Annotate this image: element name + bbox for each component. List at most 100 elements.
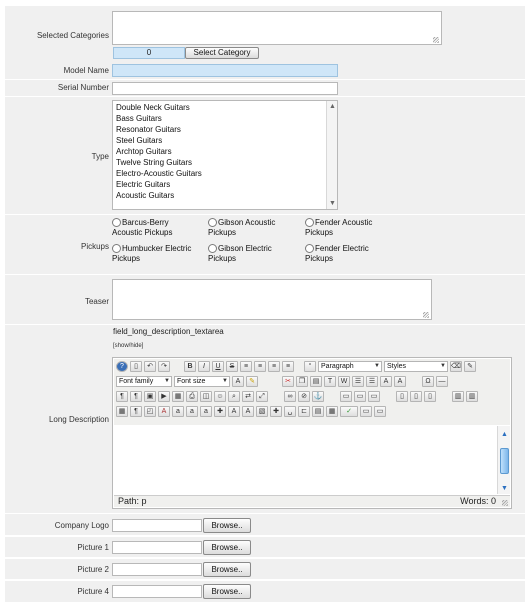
type-option[interactable]: Bass Guitars xyxy=(116,114,162,124)
paste-icon[interactable]: ▤ xyxy=(310,376,322,387)
type-option[interactable]: Archtop Guitars xyxy=(116,147,172,157)
nonbreaking-icon[interactable]: ␣ xyxy=(284,406,296,417)
style-props-icon[interactable]: A xyxy=(158,406,170,417)
insert-date-icon[interactable]: ▤ xyxy=(312,406,324,417)
picture-1-browse-button[interactable]: Browse.. xyxy=(203,540,251,555)
styles-select[interactable]: Styles ▼ xyxy=(384,361,448,372)
teaser-textarea[interactable] xyxy=(112,279,432,320)
radio-circle-icon[interactable] xyxy=(112,218,121,227)
underline-icon[interactable]: U xyxy=(212,361,224,372)
resize-grip-icon[interactable] xyxy=(502,500,508,506)
special-char-icon[interactable]: Ω xyxy=(422,376,434,387)
pickup-radio-barcus-berry[interactable]: Barcus-Berry Acoustic Pickups xyxy=(112,218,207,238)
cut-icon[interactable]: ✂ xyxy=(282,376,294,387)
superscript-icon[interactable]: A xyxy=(394,376,406,387)
pickup-radio-fender-electric[interactable]: Fender Electric Pickups xyxy=(305,244,400,264)
undo-icon[interactable]: ↶ xyxy=(144,361,156,372)
insert-col-before-icon[interactable]: ▯ xyxy=(396,391,408,402)
help-icon[interactable]: ? xyxy=(116,361,128,372)
highlight-color-icon[interactable]: ✎ xyxy=(246,376,258,387)
new-document-icon[interactable]: ▯ xyxy=(130,361,142,372)
paste-word-icon[interactable]: W xyxy=(338,376,350,387)
italic-icon[interactable]: I xyxy=(198,361,210,372)
format-select[interactable]: Paragraph ▼ xyxy=(318,361,382,372)
abbr-icon[interactable]: a xyxy=(200,406,212,417)
pagebreak-icon[interactable]: ⊏ xyxy=(298,406,310,417)
spellcheck-icon[interactable]: ✓ xyxy=(340,406,358,417)
delete-col-icon[interactable]: ▯ xyxy=(424,391,436,402)
insert-media-icon[interactable]: ▶ xyxy=(158,391,170,402)
editor-content-area[interactable]: ▲ ▼ xyxy=(114,426,510,494)
table-icon[interactable]: ▦ xyxy=(172,391,184,402)
type-listbox[interactable]: Double Neck Guitars Bass Guitars Resonat… xyxy=(112,100,338,210)
radio-circle-icon[interactable] xyxy=(208,244,217,253)
eraser-icon[interactable]: ⌫ xyxy=(450,361,462,372)
picture-2-file-input[interactable] xyxy=(112,563,202,576)
search-icon[interactable]: ⌕ xyxy=(228,391,240,402)
insert-row-after-icon[interactable]: ▭ xyxy=(354,391,366,402)
insertion-icon[interactable]: A xyxy=(242,406,254,417)
align-right-icon[interactable]: ≡ xyxy=(268,361,280,372)
numbered-list-icon[interactable]: ☰ xyxy=(366,376,378,387)
paste-text-icon[interactable]: T xyxy=(324,376,336,387)
paragraph-icon[interactable]: ¶ xyxy=(130,406,142,417)
insert-layer-icon[interactable]: ◰ xyxy=(144,406,156,417)
resize-grip-icon[interactable] xyxy=(433,37,439,43)
insert-col-after-icon[interactable]: ▯ xyxy=(410,391,422,402)
deletion-icon[interactable]: A xyxy=(228,406,240,417)
company-logo-file-input[interactable] xyxy=(112,519,202,532)
align-left-icon[interactable]: ≡ xyxy=(240,361,252,372)
emotions-icon[interactable]: ☺ xyxy=(214,391,226,402)
resize-grip-icon[interactable] xyxy=(423,312,429,318)
scroll-up-icon[interactable]: ▲ xyxy=(500,430,509,439)
acronym-icon[interactable]: a xyxy=(186,406,198,417)
show-hide-link[interactable]: [show/hide] xyxy=(113,343,143,349)
pickup-radio-humbucker-electric[interactable]: Humbucker Electric Pickups xyxy=(112,244,207,264)
delete-row-icon[interactable]: ▭ xyxy=(368,391,380,402)
insert-time-icon[interactable]: ▦ xyxy=(326,406,338,417)
model-name-input[interactable] xyxy=(112,64,338,77)
type-option[interactable]: Electro-Acoustic Guitars xyxy=(116,169,202,179)
preview-icon[interactable]: ◫ xyxy=(200,391,212,402)
font-family-select[interactable]: Font family ▼ xyxy=(116,376,172,387)
picture-1-file-input[interactable] xyxy=(112,541,202,554)
serial-number-input[interactable] xyxy=(112,82,338,95)
strikethrough-icon[interactable]: S xyxy=(226,361,238,372)
merge-cells-icon[interactable]: ▥ xyxy=(466,391,478,402)
type-option[interactable]: Electric Guitars xyxy=(116,180,170,190)
scroll-down-icon[interactable]: ▼ xyxy=(328,199,337,208)
split-cells-icon[interactable]: ▥ xyxy=(452,391,464,402)
align-center-icon[interactable]: ≡ xyxy=(254,361,266,372)
citation-icon[interactable]: ✚ xyxy=(214,406,226,417)
selected-categories-textarea[interactable] xyxy=(112,11,442,45)
type-scrollbar[interactable]: ▲ ▼ xyxy=(326,101,337,209)
radio-circle-icon[interactable] xyxy=(305,218,314,227)
horizontal-rule-icon[interactable]: — xyxy=(436,376,448,387)
picture-4-browse-button[interactable]: Browse.. xyxy=(203,584,251,599)
fullscreen-icon[interactable]: ⤢ xyxy=(256,391,268,402)
type-option[interactable]: Steel Guitars xyxy=(116,136,162,146)
abbreviation-icon[interactable]: a xyxy=(172,406,184,417)
type-option[interactable]: Acoustic Guitars xyxy=(116,191,174,201)
scroll-down-icon[interactable]: ▼ xyxy=(500,484,509,493)
editor-scrollbar[interactable]: ▲ ▼ xyxy=(497,426,510,494)
rtl-icon[interactable]: ¶ xyxy=(130,391,142,402)
anchor-icon[interactable]: ⚓ xyxy=(312,391,324,402)
font-size-select[interactable]: Font size ▼ xyxy=(174,376,230,387)
ltr-icon[interactable]: ¶ xyxy=(116,391,128,402)
picture-4-file-input[interactable] xyxy=(112,585,202,598)
radio-circle-icon[interactable] xyxy=(305,244,314,253)
company-logo-browse-button[interactable]: Browse.. xyxy=(203,518,251,533)
copy-icon[interactable]: ❐ xyxy=(296,376,308,387)
template-icon[interactable]: ✚ xyxy=(270,406,282,417)
pickup-radio-gibson-acoustic[interactable]: Gibson Acoustic Pickups xyxy=(208,218,303,238)
bold-icon[interactable]: B xyxy=(184,361,196,372)
absolute-icon[interactable]: ▭ xyxy=(360,406,372,417)
align-justify-icon[interactable]: ≡ xyxy=(282,361,294,372)
subscript-icon[interactable]: A xyxy=(380,376,392,387)
insert-row-before-icon[interactable]: ▭ xyxy=(340,391,352,402)
visual-aid-icon[interactable]: ▦ xyxy=(116,406,128,417)
cleanup-icon[interactable]: ✎ xyxy=(464,361,476,372)
scroll-thumb[interactable] xyxy=(500,448,509,474)
replace-icon[interactable]: ⇄ xyxy=(242,391,254,402)
